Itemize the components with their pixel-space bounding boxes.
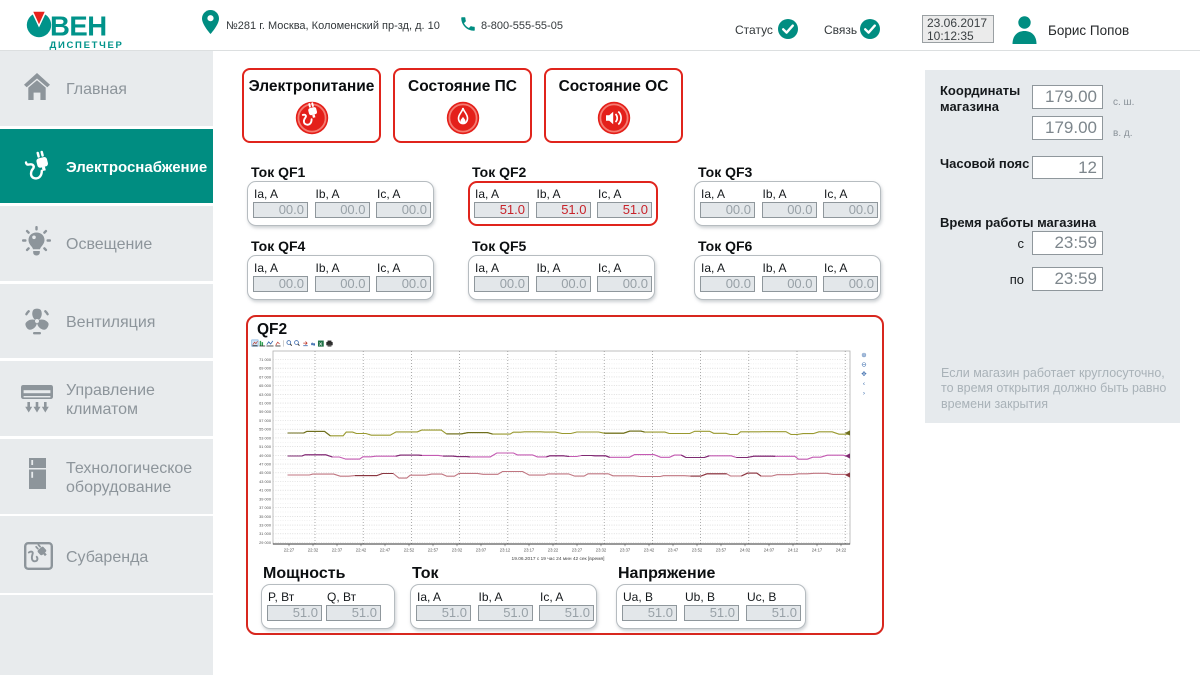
svg-text:24:07: 24:07: [764, 548, 775, 553]
svg-text:67 000: 67 000: [259, 374, 272, 379]
svg-text:37 000: 37 000: [259, 505, 272, 510]
svg-text:⊖: ⊖: [861, 362, 867, 369]
svg-text:22:57: 22:57: [428, 548, 439, 553]
svg-text:35 000: 35 000: [259, 514, 272, 519]
svg-text:51 000: 51 000: [259, 444, 272, 449]
svg-text:22:27: 22:27: [284, 548, 295, 553]
svg-text:ДИСПЕТЧЕР: ДИСПЕТЧЕР: [50, 40, 124, 51]
svg-text:71 000: 71 000: [259, 357, 272, 362]
svg-text:23:37: 23:37: [620, 548, 631, 553]
svg-text:23:02: 23:02: [452, 548, 463, 553]
svg-text:22:42: 22:42: [356, 548, 367, 553]
svg-text:23:17: 23:17: [524, 548, 535, 553]
svg-text:23:22: 23:22: [548, 548, 559, 553]
svg-text:55 000: 55 000: [259, 427, 272, 432]
svg-text:23:27: 23:27: [572, 548, 583, 553]
svg-text:41 000: 41 000: [259, 488, 272, 493]
svg-text:✥: ✥: [861, 370, 867, 378]
svg-text:31 000: 31 000: [259, 531, 272, 536]
svg-text:23:47: 23:47: [668, 548, 679, 553]
svg-text:22:52: 22:52: [404, 548, 415, 553]
svg-text:47 000: 47 000: [259, 462, 272, 467]
svg-text:57 000: 57 000: [259, 418, 272, 423]
svg-text:39 000: 39 000: [259, 496, 272, 501]
svg-text:23:32: 23:32: [596, 548, 607, 553]
svg-text:43 000: 43 000: [259, 479, 272, 484]
svg-text:22:32: 22:32: [308, 548, 319, 553]
svg-text:59 000: 59 000: [259, 409, 272, 414]
svg-text:24:17: 24:17: [812, 548, 823, 553]
svg-text:61 000: 61 000: [259, 401, 272, 406]
svg-text:69 000: 69 000: [259, 366, 272, 371]
svg-text:24:22: 24:22: [836, 548, 847, 553]
svg-text:24:02: 24:02: [740, 548, 751, 553]
svg-text:‹: ‹: [863, 381, 865, 388]
svg-text:65 000: 65 000: [259, 383, 272, 388]
svg-text:23:57: 23:57: [716, 548, 727, 553]
svg-text:45 000: 45 000: [259, 470, 272, 475]
svg-text:›: ›: [863, 390, 865, 397]
svg-text:29 000: 29 000: [259, 540, 272, 545]
svg-text:⊕: ⊕: [861, 352, 867, 359]
svg-text:24:12: 24:12: [788, 548, 799, 553]
svg-text:23:07: 23:07: [476, 548, 487, 553]
svg-text:22:47: 22:47: [380, 548, 391, 553]
svg-text:33 000: 33 000: [259, 523, 272, 528]
svg-text:23:12: 23:12: [500, 548, 511, 553]
svg-text:49 000: 49 000: [259, 453, 272, 458]
svg-text:53 000: 53 000: [259, 435, 272, 440]
svg-text:63 000: 63 000: [259, 392, 272, 397]
svg-text:ВЕН: ВЕН: [50, 11, 107, 42]
svg-text:23:52: 23:52: [692, 548, 703, 553]
svg-text:23:42: 23:42: [644, 548, 655, 553]
svg-text:22:37: 22:37: [332, 548, 343, 553]
svg-text:⇆: ⇆: [311, 341, 316, 348]
svg-text:19.06.2017 с 19 час 24 мин 42: 19.06.2017 с 19 час 24 мин 42 сек [время…: [512, 556, 605, 562]
